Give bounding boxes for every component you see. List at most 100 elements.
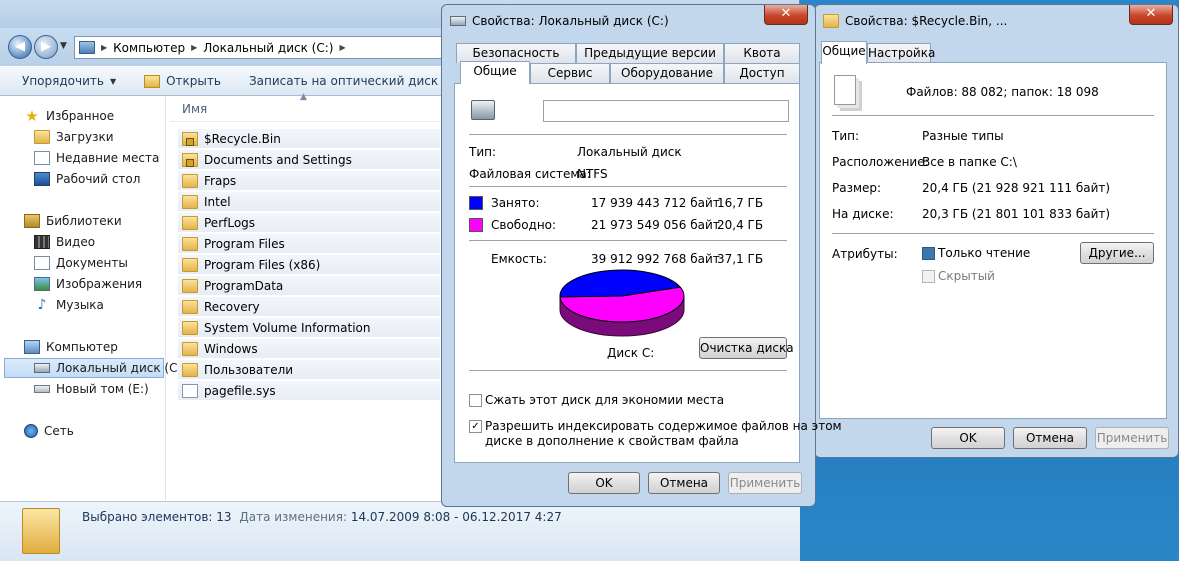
tab-general[interactable]: Общие — [460, 61, 530, 84]
nav-item-libraries[interactable]: Библиотеки — [24, 211, 122, 231]
tab-label: Сервис — [547, 66, 593, 80]
nav-item-images[interactable]: Изображения — [34, 274, 142, 294]
tab-general[interactable]: Общие — [821, 41, 867, 64]
nav-item-downloads[interactable]: Загрузки — [34, 127, 114, 147]
system-file-icon — [182, 383, 198, 398]
images-icon — [34, 277, 50, 291]
apply-button[interactable]: Применить — [1095, 427, 1169, 449]
documents-icon — [34, 256, 50, 270]
count-text: Файлов: 88 082; папок: 18 098 — [906, 85, 1099, 99]
tab-security[interactable]: Безопасность — [456, 43, 576, 63]
libraries-icon — [24, 214, 40, 228]
nav-label: Загрузки — [56, 130, 114, 144]
size-value: 20,4 ГБ (21 928 921 111 байт) — [922, 181, 1111, 195]
file-list-item[interactable]: Documents and Settings — [178, 150, 440, 170]
divider — [469, 370, 787, 371]
volume-label-input[interactable] — [543, 100, 789, 122]
chevron-right-icon[interactable]: ▶ — [339, 43, 345, 52]
free-space-swatch — [469, 218, 483, 232]
file-list-item[interactable]: $Recycle.Bin — [178, 129, 440, 149]
close-button[interactable]: ✕ — [1129, 5, 1173, 25]
nav-item-favorites[interactable]: ★ Избранное — [24, 106, 114, 126]
file-name: Intel — [204, 194, 231, 209]
capacity-gb: 37,1 ГБ — [717, 252, 764, 266]
computer-icon — [24, 340, 40, 354]
tab-previous-versions[interactable]: Предыдущие версии — [576, 43, 724, 63]
history-dropdown-icon[interactable]: ▼ — [60, 41, 67, 51]
burn-button[interactable]: Записать на оптический диск — [235, 74, 452, 88]
divider — [469, 134, 787, 135]
chevron-right-icon[interactable]: ▶ — [101, 43, 107, 52]
tab-label: Квота — [743, 46, 781, 60]
divider — [832, 115, 1154, 116]
other-attributes-button[interactable]: Другие... — [1080, 242, 1154, 264]
breadcrumb-local-disk[interactable]: Локальный диск (C:) — [203, 41, 333, 55]
date-modified-value: 14.07.2009 8:08 - 06.12.2017 4:27 — [350, 510, 562, 524]
close-button[interactable]: ✕ — [764, 5, 808, 25]
multiple-files-icon — [834, 75, 856, 105]
nav-item-desktop[interactable]: Рабочий стол — [34, 169, 140, 189]
breadcrumb-computer[interactable]: Компьютер — [113, 41, 185, 55]
nav-item-new-volume[interactable]: Новый том (E:) — [34, 379, 149, 399]
file-list-item[interactable]: PerfLogs — [178, 213, 440, 233]
folder-icon — [182, 362, 198, 377]
hidden-checkbox[interactable] — [922, 270, 935, 283]
nav-item-documents[interactable]: Документы — [34, 253, 128, 273]
address-bar[interactable]: ▶ Компьютер ▶ Локальный диск (C:) ▶ — [74, 36, 454, 59]
file-list-item[interactable]: Windows — [178, 339, 440, 359]
file-list-item[interactable]: System Volume Information — [178, 318, 440, 338]
folder-icon — [182, 341, 198, 356]
tab-service[interactable]: Сервис — [530, 63, 610, 83]
file-list-item[interactable]: Program Files — [178, 234, 440, 254]
ok-button[interactable]: OK — [568, 472, 640, 494]
compress-checkbox[interactable] — [469, 394, 482, 407]
on-disk-value: 20,3 ГБ (21 801 101 833 байт) — [922, 207, 1111, 221]
file-list-item[interactable]: Пользователи — [178, 360, 440, 380]
type-label: Тип: — [469, 145, 497, 159]
organize-button[interactable]: Упорядочить ▼ — [0, 74, 130, 88]
back-button[interactable]: ◀ — [8, 35, 32, 59]
used-bytes: 17 939 443 712 байт — [591, 196, 720, 210]
nav-label: Сеть — [44, 424, 74, 438]
tab-hardware[interactable]: Оборудование — [610, 63, 724, 83]
file-name: Program Files (x86) — [204, 257, 321, 272]
file-list-item[interactable]: Program Files (x86) — [178, 255, 440, 275]
open-button[interactable]: Открыть — [130, 74, 235, 88]
ok-button[interactable]: OK — [931, 427, 1005, 449]
index-checkbox[interactable]: ✓ — [469, 420, 482, 433]
sort-ascending-icon: ▲ — [300, 92, 307, 102]
nav-label: Новый том (E:) — [56, 382, 149, 396]
forward-button[interactable]: ▶ — [34, 35, 58, 59]
nav-item-music[interactable]: ♪ Музыка — [34, 295, 104, 315]
details-pane: Выбрано элементов: 13 Дата изменения: 14… — [0, 501, 800, 561]
nav-item-local-disk[interactable]: Локальный диск (C — [4, 358, 177, 378]
apply-button[interactable]: Применить — [728, 472, 802, 494]
folder-icon — [182, 215, 198, 230]
tab-customize[interactable]: Настройка — [867, 43, 935, 63]
navigation-pane: ★ Избранное Загрузки Недавние места Рабо… — [0, 96, 177, 501]
name-column-header[interactable]: Имя ▲ — [170, 92, 440, 122]
nav-item-network[interactable]: Сеть — [24, 421, 74, 441]
file-list-item[interactable]: Intel — [178, 192, 440, 212]
hidden-label: Скрытый — [938, 269, 995, 283]
cancel-button[interactable]: Отмена — [648, 472, 720, 494]
tab-quota[interactable]: Квота — [724, 43, 800, 63]
compress-label: Сжать этот диск для экономии места — [485, 393, 725, 407]
file-list-item[interactable]: Fraps — [178, 171, 440, 191]
readonly-checkbox[interactable] — [922, 247, 935, 260]
location-value: Все в папке C:\ — [922, 155, 1017, 169]
chevron-right-icon[interactable]: ▶ — [191, 43, 197, 52]
file-list-item[interactable]: pagefile.sys — [178, 381, 440, 401]
cancel-button[interactable]: Отмена — [1013, 427, 1087, 449]
nav-item-computer[interactable]: Компьютер — [24, 337, 118, 357]
recycle-bin-properties-dialog: Свойства: $Recycle.Bin, ... ✕ Общие Наст… — [814, 4, 1179, 458]
free-gb: 20,4 ГБ — [717, 218, 764, 232]
tab-sharing[interactable]: Доступ — [724, 63, 800, 83]
disk-cleanup-button[interactable]: Очистка диска — [699, 337, 794, 359]
file-list-item[interactable]: ProgramData — [178, 276, 440, 296]
nav-item-recent[interactable]: Недавние места — [34, 148, 159, 168]
hard-drive-icon — [450, 16, 466, 26]
recent-places-icon — [34, 151, 50, 165]
file-list-item[interactable]: Recovery — [178, 297, 440, 317]
nav-item-video[interactable]: Видео — [34, 232, 95, 252]
